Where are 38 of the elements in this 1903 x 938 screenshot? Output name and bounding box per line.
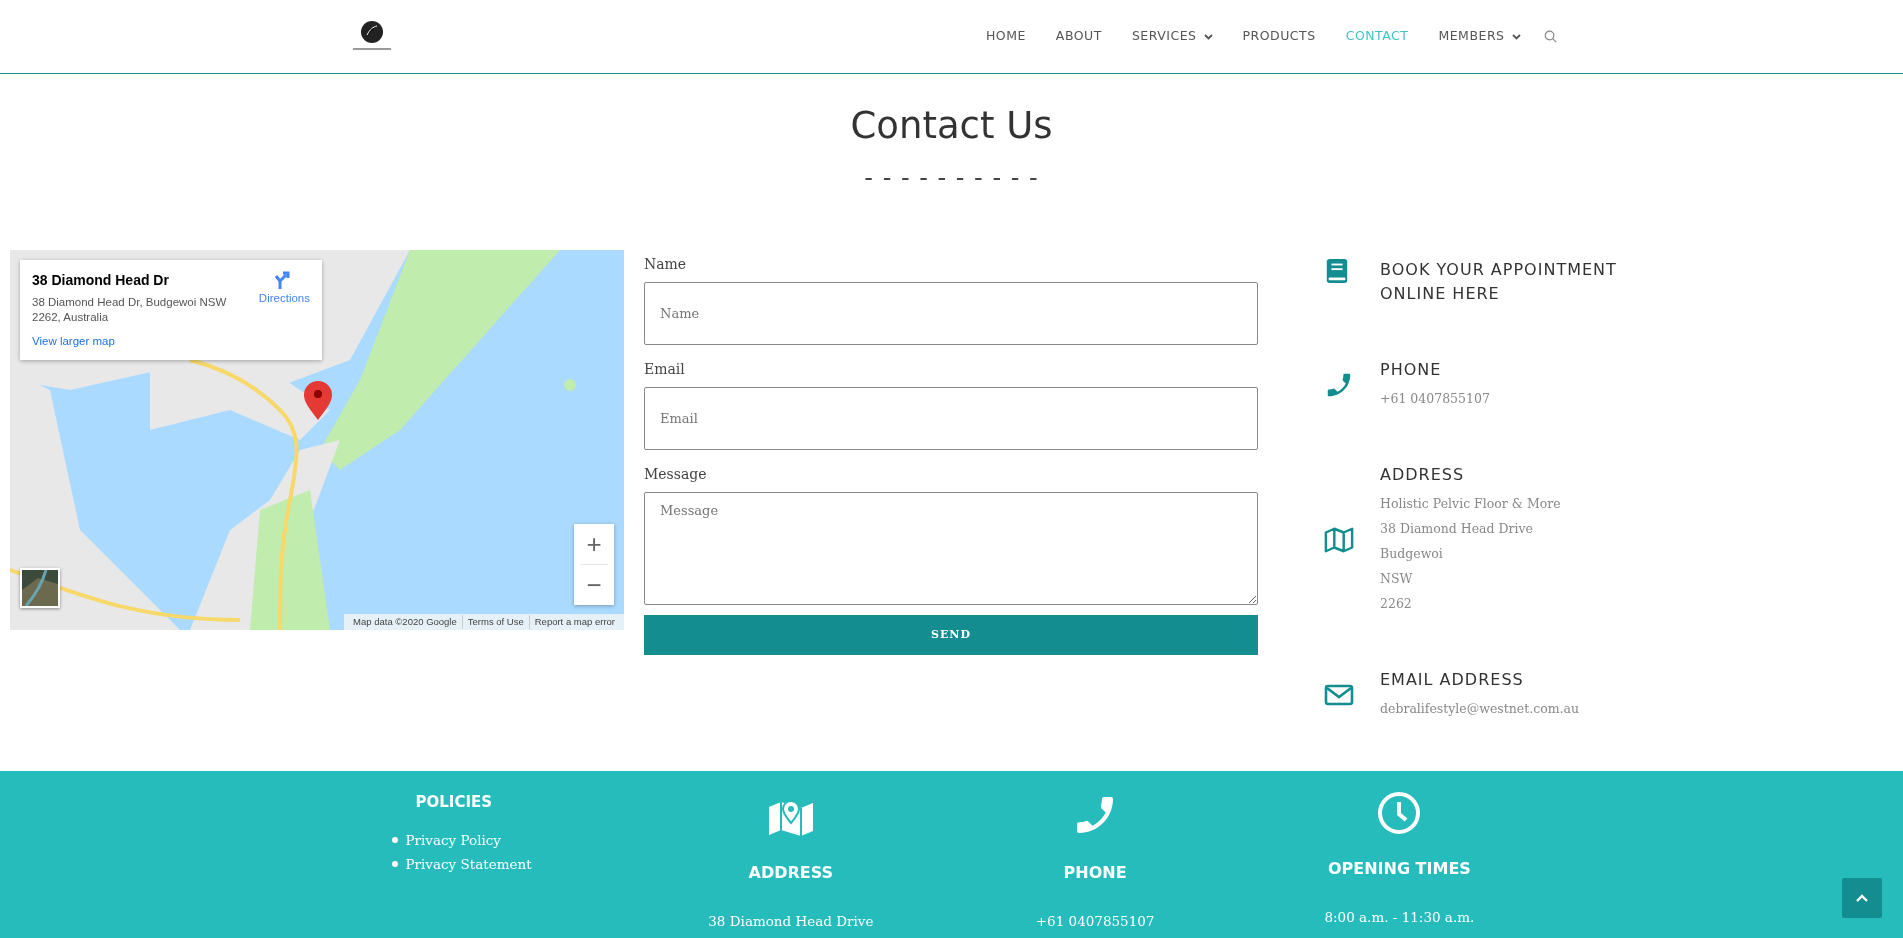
page-title: Contact Us [849, 104, 1054, 149]
chevron-up-icon [1856, 894, 1868, 902]
send-button[interactable]: SEND [644, 615, 1258, 656]
nav-link[interactable]: SERVICES [1116, 27, 1228, 46]
contact-heading: PHONE [1380, 359, 1443, 382]
nav-link[interactable]: PRODUCTS [1227, 27, 1331, 46]
message-field[interactable]: Message [644, 492, 1258, 606]
nav-link[interactable]: HOME [970, 27, 1041, 46]
footer-heading: ADDRESS [748, 862, 834, 884]
input-field[interactable]: Email [644, 387, 1258, 451]
contact-detail: 38 Diamond Head Drive [1380, 520, 1534, 539]
footer-text: 8:00 a.m. - 11:30 a.m. [1324, 908, 1475, 927]
contact-heading: ADDRESS [1380, 464, 1466, 487]
contact-heading: EMAIL ADDRESS [1380, 669, 1525, 692]
field-label: Name [644, 255, 688, 275]
clock-icon [1377, 791, 1422, 835]
footer-heading: POLICIES [414, 792, 494, 813]
nav-link[interactable]: ABOUT [1040, 27, 1117, 46]
footer-text: 38 Diamond Head Drive [708, 912, 874, 931]
bullet-icon [391, 860, 398, 867]
field-label: Message [644, 465, 708, 485]
nav-link[interactable]: MEMBERS [1423, 27, 1536, 46]
footer-heading: OPENING TIMES [1327, 858, 1471, 880]
field-label: Email [644, 360, 686, 380]
contact-detail: Budgewoi [1380, 545, 1444, 564]
contact-heading[interactable]: BOOK YOUR APPOINTMENT ONLINE HERE [1380, 258, 1620, 307]
contact-detail: NSW [1380, 570, 1414, 589]
footer-heading: PHONE [1063, 862, 1127, 884]
contact-detail: debralifestyle@westnet.com.au [1380, 700, 1580, 719]
bullet-icon [391, 836, 398, 843]
book-icon [1324, 258, 1350, 285]
contact-detail: Holistic Pelvic Floor & More [1380, 495, 1561, 514]
search-icon[interactable] [1543, 30, 1557, 43]
footer-text: +61 0407855107 [1035, 912, 1155, 931]
input-field[interactable]: Name [644, 282, 1258, 346]
contact-detail: 2262 [1380, 595, 1413, 614]
contact-detail: +61 0407855107 [1380, 390, 1490, 409]
title-divider: - - - - - - - - - - [863, 166, 1040, 191]
